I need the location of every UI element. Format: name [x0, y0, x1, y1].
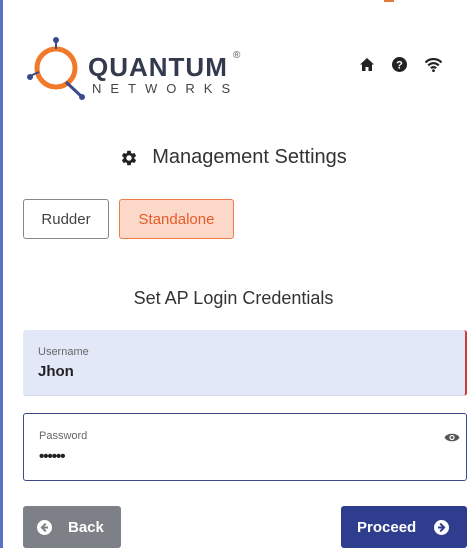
- back-label: Back: [68, 518, 104, 536]
- header-icons: ?: [360, 57, 442, 72]
- proceed-label: Proceed: [357, 518, 417, 536]
- brand-name: QUANTUM: [88, 52, 228, 82]
- gear-icon: [122, 150, 137, 165]
- username-value[interactable]: Jhon: [38, 363, 74, 380]
- rudder-mode-button[interactable]: Rudder: [23, 199, 109, 239]
- top-edge-mark: [384, 0, 394, 2]
- proceed-button[interactable]: Proceed: [341, 506, 467, 548]
- brand-registered-mark: ®: [233, 50, 241, 61]
- credentials-title: Set AP Login Credentials: [133, 288, 334, 308]
- password-label: Password: [39, 430, 88, 442]
- section-title: Management Settings: [152, 146, 347, 168]
- password-field[interactable]: Password ••••••: [23, 413, 467, 481]
- home-icon[interactable]: [360, 58, 374, 71]
- quantum-logo-icon: [27, 37, 85, 100]
- window-left-edge: [0, 0, 3, 548]
- standalone-mode-button[interactable]: Standalone: [119, 199, 234, 239]
- quantum-networks-logo: QUANTUM ® NETWORKS: [26, 36, 256, 100]
- rudder-mode-label: Rudder: [41, 210, 91, 228]
- brand-tagline: NETWORKS: [92, 81, 240, 96]
- help-icon[interactable]: ?: [392, 57, 407, 72]
- section-heading: Management Settings: [0, 146, 467, 169]
- back-button[interactable]: Back: [23, 506, 121, 548]
- username-label: Username: [38, 346, 89, 358]
- wifi-icon[interactable]: [425, 57, 442, 72]
- show-password-eye-icon[interactable]: [444, 432, 460, 443]
- arrow-right-circle-icon: [434, 519, 450, 535]
- svg-text:?: ?: [396, 60, 403, 72]
- password-value[interactable]: ••••••: [39, 448, 65, 465]
- username-field[interactable]: Username Jhon: [23, 330, 467, 396]
- standalone-mode-label: Standalone: [138, 210, 215, 228]
- arrow-left-circle-icon: [37, 519, 52, 535]
